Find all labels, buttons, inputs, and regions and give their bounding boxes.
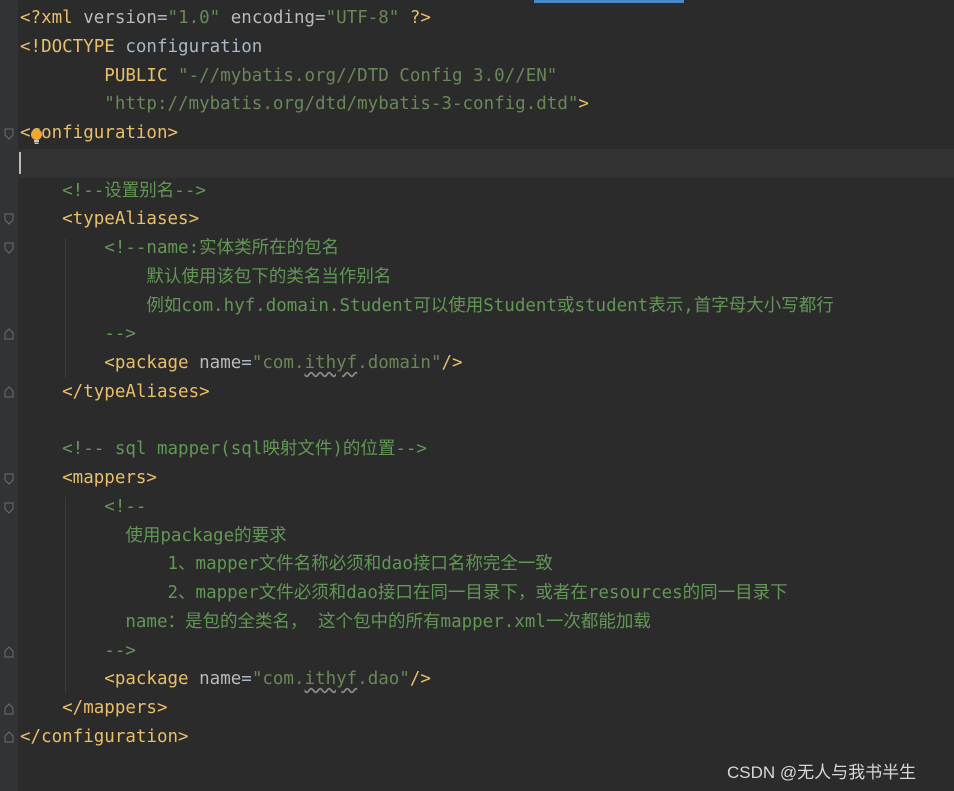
code-line[interactable]: "http://mybatis.org/dtd/mybatis-3-config… <box>20 90 589 118</box>
code-line[interactable]: <configuration> <box>20 119 178 147</box>
code-token: 使用package的要求 <box>20 525 287 546</box>
code-token: <!-- <box>20 496 147 517</box>
code-line[interactable]: --> <box>20 320 136 348</box>
code-token: 例如com.hyf.domain.Student可以使用Student或stud… <box>20 295 834 316</box>
code-token: <!-- sql mapper(sql映射文件)的位置--> <box>20 439 427 460</box>
code-token: configuration <box>125 36 263 57</box>
code-token: <!--设置别名--> <box>20 180 206 201</box>
code-token: > <box>578 94 589 115</box>
code-token: <configuration> <box>20 123 179 143</box>
code-line[interactable]: <!-- <box>20 493 146 521</box>
code-token: <!DOCTYPE <box>20 36 126 57</box>
code-token: 1、mapper文件名称必须和dao接口名称完全一致 <box>20 554 553 575</box>
code-line[interactable]: </mappers> <box>20 694 168 722</box>
code-token: encoding <box>220 8 316 28</box>
fold-marker-icon[interactable] <box>4 128 14 140</box>
fold-marker-icon[interactable] <box>4 703 14 715</box>
code-token: --> <box>20 324 136 345</box>
code-token: PUBLIC <box>20 65 179 86</box>
code-token: <?xml <box>20 8 84 28</box>
fold-marker-icon[interactable] <box>4 213 14 225</box>
code-token: "-//mybatis.org//DTD Config 3.0//EN" <box>178 65 558 86</box>
code-line[interactable]: <?xml version="1.0" encoding="UTF-8" ?> <box>20 4 431 32</box>
code-line[interactable]: <mappers> <box>20 464 157 492</box>
code-token: = <box>315 8 326 28</box>
fold-marker-icon[interactable] <box>4 242 14 254</box>
code-line[interactable]: 使用package的要求 <box>20 522 287 550</box>
fold-marker-icon[interactable] <box>4 328 14 340</box>
code-token: name <box>199 669 242 690</box>
code-line[interactable]: <!-- sql mapper(sql映射文件)的位置--> <box>20 435 427 463</box>
code-token: </typeAliases> <box>20 381 210 402</box>
code-token: = <box>241 669 252 690</box>
code-token: "http://mybatis.org/dtd/mybatis-3-config… <box>20 94 579 115</box>
code-token: name：是包的全类名， 这个包中的所有mapper.xml一次都能加载 <box>20 611 651 632</box>
code-token: "com. <box>251 669 305 690</box>
lightbulb-icon[interactable] <box>30 128 43 146</box>
code-token: </configuration> <box>20 726 189 747</box>
code-line[interactable]: 2、mapper文件必须和dao接口在同一目录下，或者在resources的同一… <box>20 579 788 607</box>
code-token: <package <box>20 669 200 690</box>
code-token: "UTF-8" <box>325 8 400 28</box>
code-line[interactable]: name：是包的全类名， 这个包中的所有mapper.xml一次都能加载 <box>20 608 651 636</box>
code-line[interactable]: 1、mapper文件名称必须和dao接口名称完全一致 <box>20 550 553 578</box>
code-token: "com. <box>251 353 305 373</box>
code-line[interactable]: 默认使用该包下的类名当作别名 <box>20 263 391 291</box>
active-tab-indicator <box>534 0 684 3</box>
code-token: <!--name:实体类所在的包名 <box>20 238 340 258</box>
code-line[interactable]: </configuration> <box>20 723 189 751</box>
code-token: <typeAliases> <box>20 209 200 230</box>
code-line[interactable]: </typeAliases> <box>20 378 210 406</box>
code-line[interactable]: PUBLIC "-//mybatis.org//DTD Config 3.0//… <box>20 62 557 90</box>
code-line[interactable]: --> <box>20 637 136 665</box>
code-token: /> <box>409 669 431 690</box>
fold-marker-icon[interactable] <box>4 646 14 658</box>
code-token: /> <box>441 353 463 373</box>
code-token: = <box>241 353 252 373</box>
code-line[interactable]: <package name="com.ithyf.domain"/> <box>20 349 463 377</box>
text-caret <box>19 152 21 174</box>
code-line[interactable]: <!--设置别名--> <box>20 177 206 205</box>
code-line[interactable]: <!--name:实体类所在的包名 <box>20 234 339 262</box>
code-line[interactable]: <package name="com.ithyf.dao"/> <box>20 665 431 693</box>
code-token: ithyf <box>304 669 358 690</box>
fold-marker-icon[interactable] <box>4 731 14 743</box>
code-token: .dao" <box>357 669 410 690</box>
code-token: 默认使用该包下的类名当作别名 <box>20 266 392 287</box>
code-token: name <box>199 353 242 373</box>
fold-marker-icon[interactable] <box>4 386 14 398</box>
code-token: </mappers> <box>20 698 168 718</box>
code-token: ithyf <box>304 353 358 373</box>
watermark: CSDN @无人与我书半生 <box>727 763 917 782</box>
code-line[interactable]: 例如com.hyf.domain.Student可以使用Student或stud… <box>20 292 834 320</box>
code-line[interactable]: <typeAliases> <box>20 205 199 233</box>
code-token: .domain" <box>357 353 442 373</box>
code-token: = <box>156 8 168 28</box>
code-token: "1.0" <box>167 8 221 28</box>
code-token: 2、mapper文件必须和dao接口在同一目录下，或者在resources的同一… <box>20 583 788 603</box>
fold-marker-icon[interactable] <box>4 473 14 485</box>
code-token: <package <box>20 353 200 373</box>
code-line[interactable]: <!DOCTYPE configuration <box>20 33 262 61</box>
code-token: --> <box>20 640 136 661</box>
current-line-highlight <box>18 149 954 178</box>
code-token: version <box>83 8 157 28</box>
fold-marker-icon[interactable] <box>4 502 14 514</box>
code-token: ?> <box>399 8 431 28</box>
code-token: <mappers> <box>20 468 157 488</box>
